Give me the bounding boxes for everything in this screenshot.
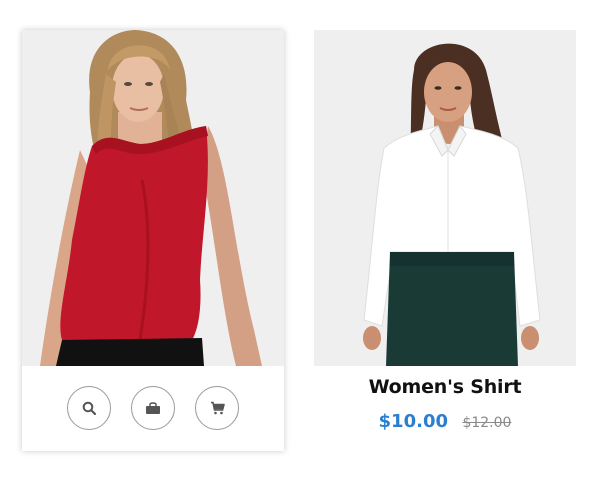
model-red-top-illustration [22, 30, 284, 366]
shopping-bag-icon [145, 401, 161, 415]
quick-view-button[interactable] [67, 386, 111, 430]
product-card-red-top[interactable] [22, 30, 284, 451]
product-name[interactable]: Women's Shirt [314, 376, 576, 398]
old-price: $12.00 [462, 415, 512, 431]
current-price: $10.00 [378, 411, 448, 432]
product-card-womens-shirt[interactable]: Women's Shirt $10.00 $12.00 [314, 30, 576, 451]
price-row: $10.00 $12.00 [314, 411, 576, 432]
product-actions [22, 386, 284, 432]
wishlist-button[interactable] [131, 386, 175, 430]
product-image-womens-shirt[interactable] [314, 30, 576, 366]
add-to-cart-button[interactable] [195, 386, 239, 430]
search-icon [82, 401, 96, 415]
product-image-red-top[interactable] [22, 30, 284, 366]
cart-icon [210, 401, 225, 415]
model-white-shirt-illustration [314, 30, 576, 366]
